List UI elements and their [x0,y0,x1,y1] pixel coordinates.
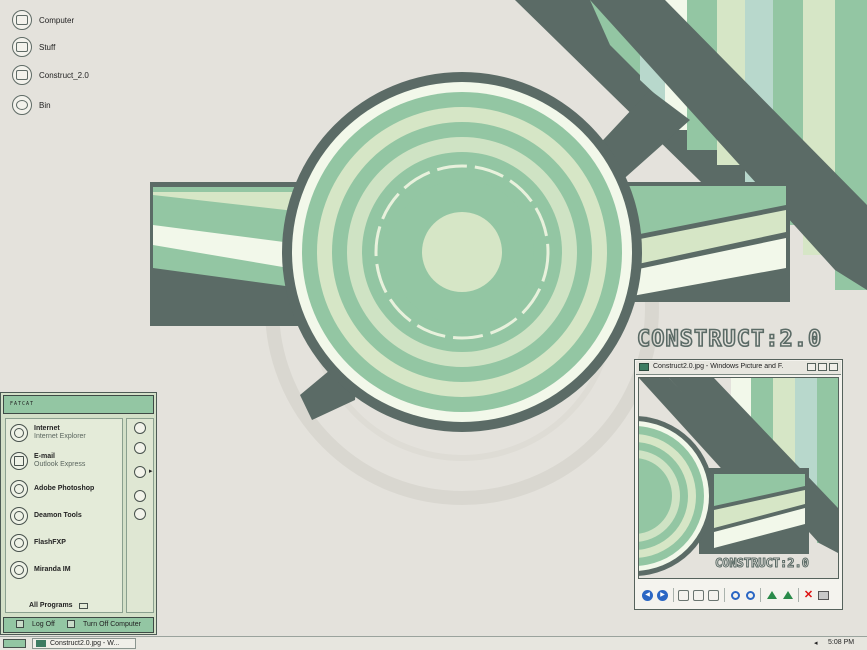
log-off-label: Log Off [32,620,55,628]
menu-item-label: E-mail [34,453,56,460]
log-off-button[interactable]: Log Off [16,620,55,628]
help-icon[interactable] [134,442,146,454]
folder-icon [12,65,32,85]
zoom-in-icon[interactable] [731,590,740,600]
thumbnail-logo: CONSTRUCT:2.0 [715,556,809,570]
taskbar-item-label: Construct2.0.jpg - W... [50,640,120,647]
best-fit-icon[interactable] [678,589,689,601]
turn-off-label: Turn Off Computer [83,620,141,628]
window-title: Construct2.0.jpg - Windows Picture and F… [653,363,783,370]
internet-icon [10,424,28,442]
miranda-icon [10,561,28,579]
start-menu: FATCAT Internet Internet Explorer E-mail… [0,392,157,635]
image-thumbnail: CONSTRUCT:2.0 [639,378,838,578]
log-off-icon [16,620,24,628]
submenu-arrow-icon: ▸ [149,468,153,475]
image-file-icon [639,363,649,371]
toolbar-separator [760,588,761,602]
next-image-icon[interactable]: ▶ [657,589,668,601]
desktop-icon-bin[interactable]: Bin [12,93,122,117]
viewer-toolbar: ◀ ▶ ✕ [638,584,839,606]
taskbar: Construct2.0.jpg - W... ◂ 5:08 PM [0,636,867,650]
recycle-bin-icon [12,95,32,115]
daemon-tools-icon [10,507,28,525]
desktop-icon-label: Bin [39,100,51,110]
photoshop-icon [10,480,28,498]
menu-item-daemon-tools[interactable]: Deamon Tools [10,505,122,527]
recent-icon[interactable] [134,466,146,478]
tray-expand-icon[interactable]: ◂ [814,639,818,647]
start-menu-header: FATCAT [3,395,154,414]
desktop-icon-label: Stuff [39,42,56,52]
slideshow-icon[interactable] [708,589,719,601]
documents-icon[interactable] [134,422,146,434]
close-button[interactable] [829,363,838,371]
user-name: FATCAT [10,401,35,407]
taskbar-item-viewer[interactable]: Construct2.0.jpg - W... [32,638,136,649]
start-menu-programs: Internet Internet Explorer E-mail Outloo… [5,418,123,613]
desktop-icon-stuff[interactable]: Stuff [12,35,122,59]
image-file-icon [36,640,46,647]
all-programs-label: All Programs [29,602,73,609]
wallpaper-logo: CONSTRUCT:2.0 [637,327,822,352]
menu-item-label: Deamon Tools [34,512,82,519]
picture-viewer-window: Construct2.0.jpg - Windows Picture and F… [634,359,843,610]
window-titlebar[interactable]: Construct2.0.jpg - Windows Picture and F… [636,361,841,375]
toolbar-separator [798,588,799,602]
clock: 5:08 PM [828,639,855,646]
search-icon[interactable] [134,490,146,502]
folder-icon [12,37,32,57]
menu-item-label: Internet [34,425,60,432]
flashfxp-icon [10,534,28,552]
desktop-icon-label: Construct_2.0 [39,70,89,80]
minimize-button[interactable] [807,363,816,371]
image-preview: CONSTRUCT:2.0 [638,377,839,579]
start-button[interactable] [3,639,26,648]
start-menu-footer: Log Off Turn Off Computer [3,617,154,633]
menu-item-label: Miranda IM [34,566,71,573]
actual-size-icon[interactable] [693,589,704,601]
all-programs-button[interactable]: All Programs [29,602,88,609]
computer-icon [12,10,32,30]
menu-item-miranda[interactable]: Miranda IM [10,559,122,581]
menu-item-photoshop[interactable]: Adobe Photoshop [10,478,122,500]
desktop-icon-label: Computer [39,15,75,25]
email-icon [10,452,28,470]
rotate-counterclockwise-icon[interactable] [783,591,793,599]
toolbar-separator [673,588,674,602]
menu-item-flashfxp[interactable]: FlashFXP [10,532,122,554]
delete-icon[interactable]: ✕ [803,589,814,601]
desktop-icon-computer[interactable]: Computer [12,8,122,32]
menu-item-sublabel: Internet Explorer [34,433,86,440]
menu-item-label: Adobe Photoshop [34,485,95,492]
previous-image-icon[interactable]: ◀ [642,589,653,601]
power-icon [67,620,75,628]
arrow-right-icon [78,602,88,609]
rotate-clockwise-icon[interactable] [767,591,777,599]
menu-item-email[interactable]: E-mail Outlook Express [10,450,122,472]
menu-item-internet[interactable]: Internet Internet Explorer [10,422,122,444]
menu-item-label: FlashFXP [34,539,66,546]
turn-off-button[interactable]: Turn Off Computer [67,620,141,628]
desktop-icon-construct[interactable]: Construct_2.0 [12,63,122,87]
menu-item-sublabel: Outlook Express [34,461,86,468]
toolbar-separator [724,588,725,602]
settings-icon[interactable] [134,508,146,520]
zoom-out-icon[interactable] [746,590,755,600]
print-icon[interactable] [818,590,829,600]
maximize-button[interactable] [818,363,827,371]
start-menu-places: ▸ [126,418,154,613]
